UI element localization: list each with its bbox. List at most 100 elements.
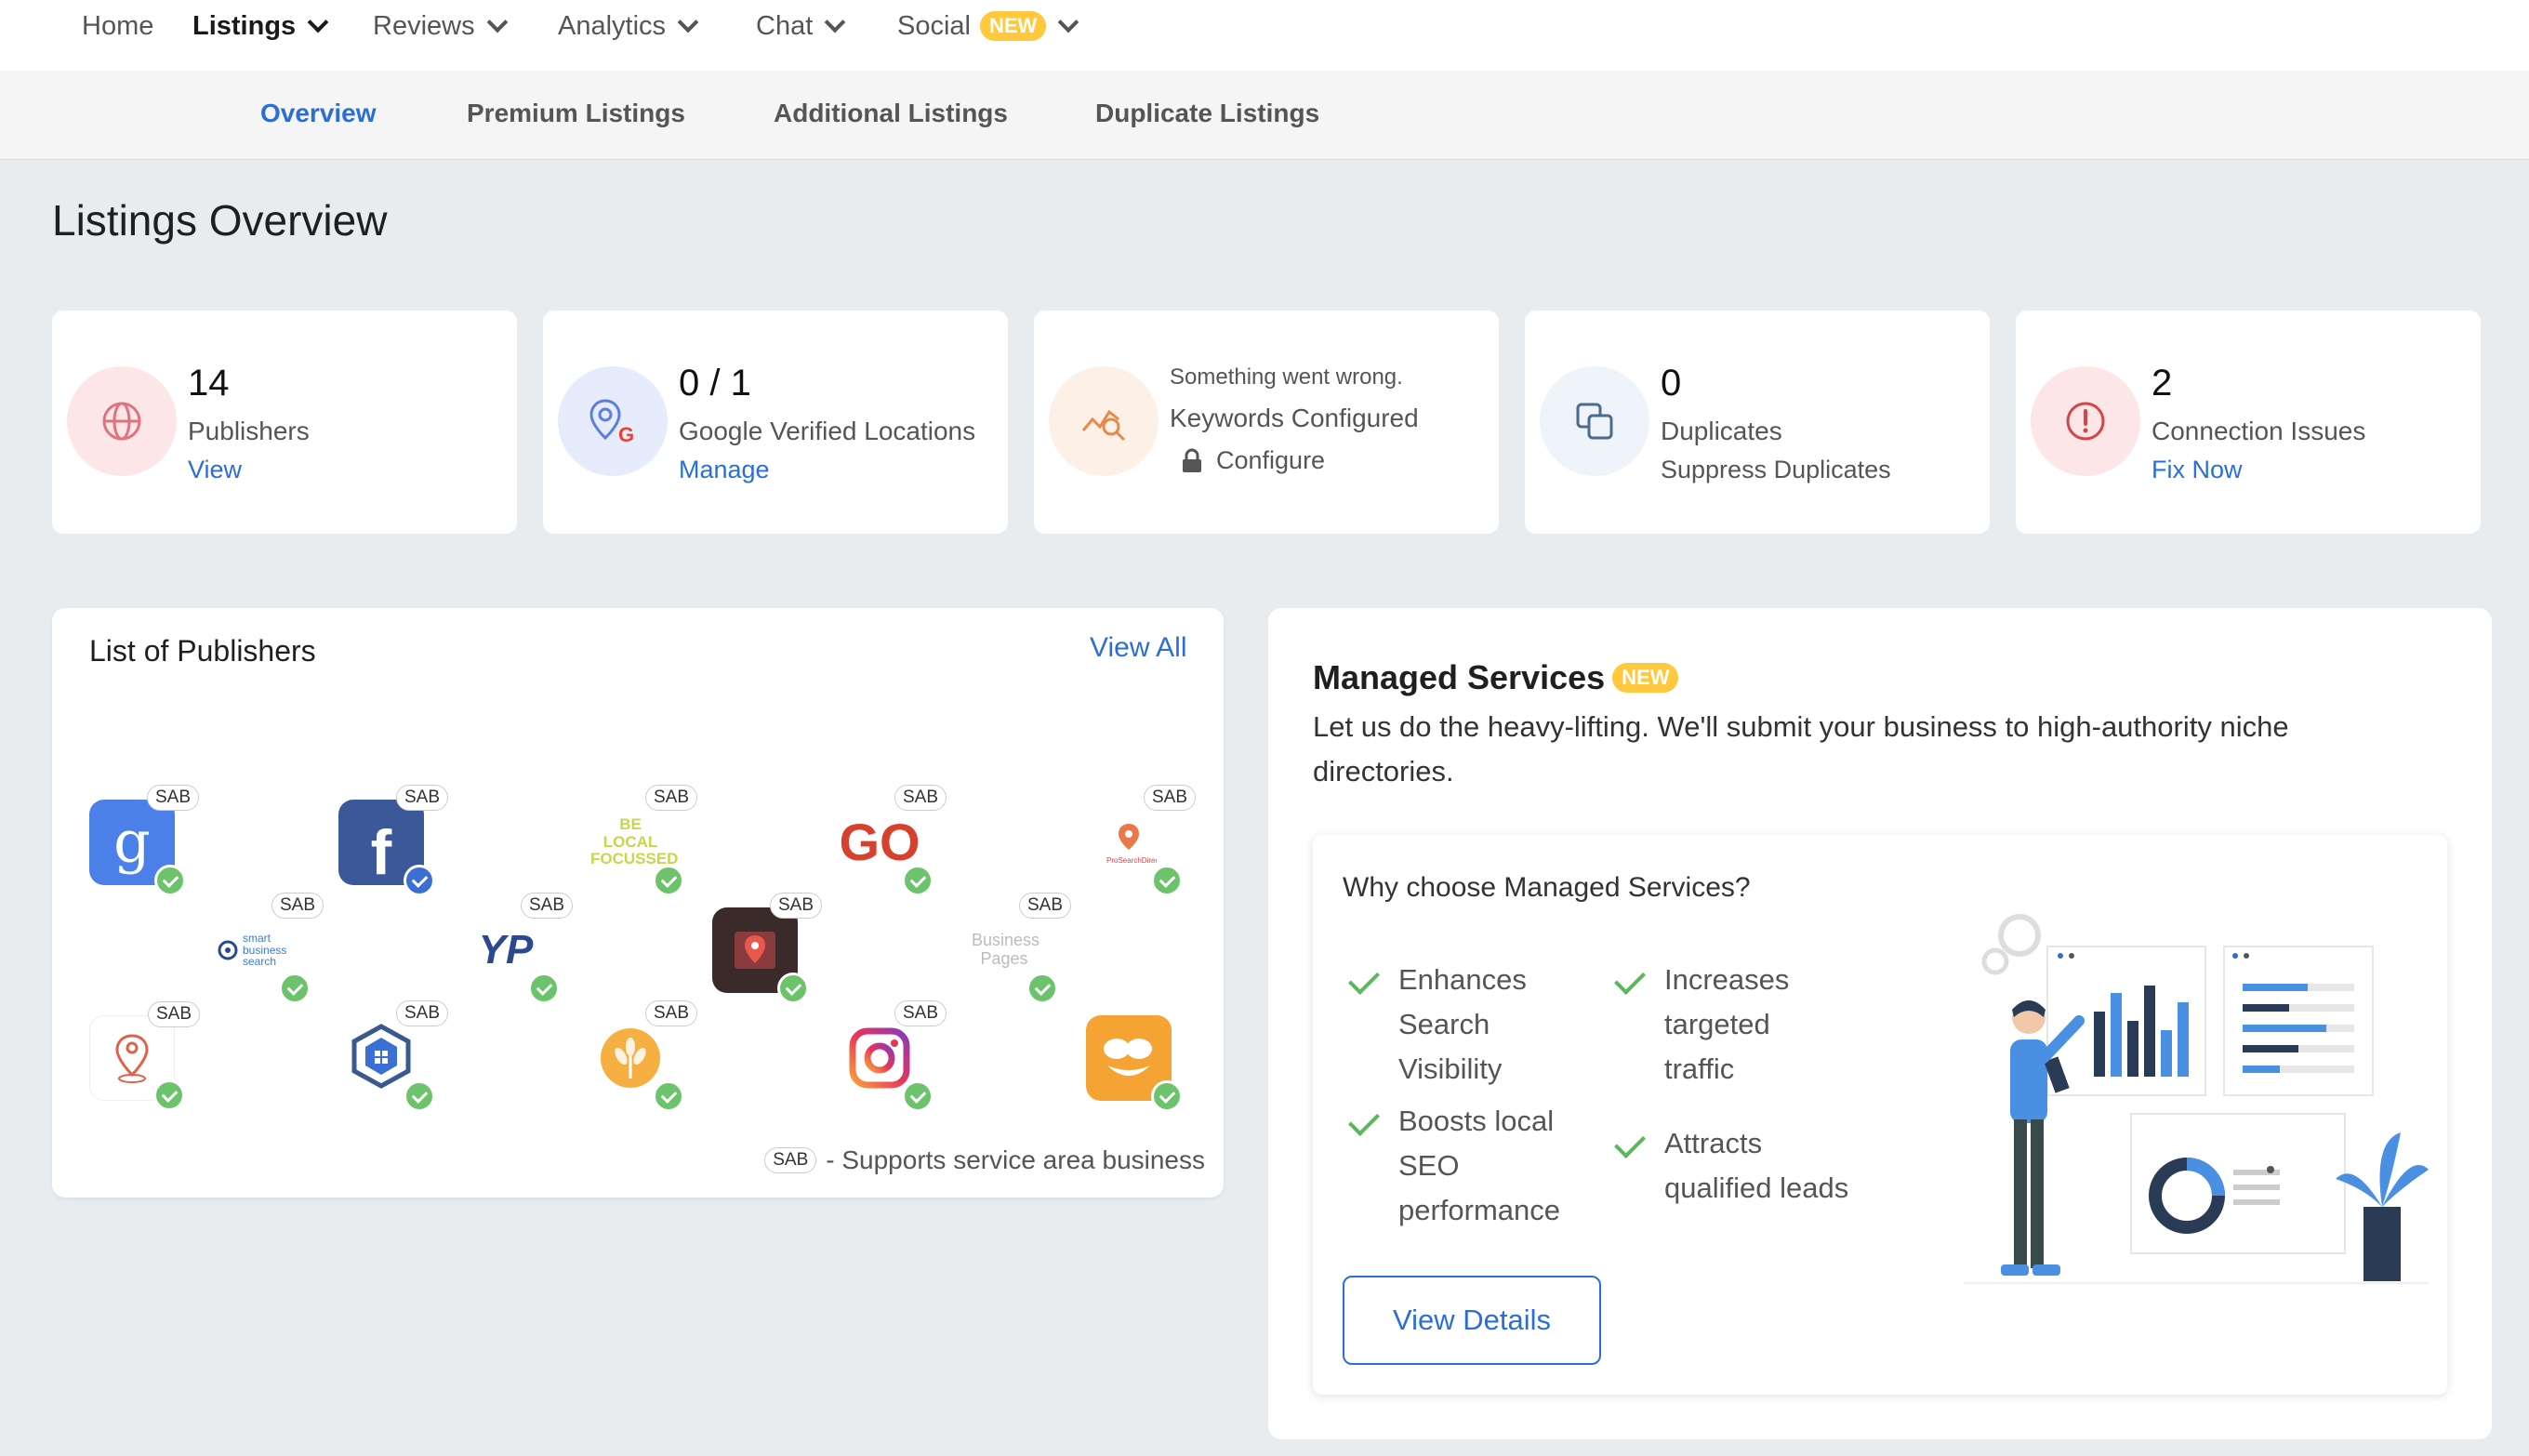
alert-icon: [2031, 366, 2140, 476]
check-icon: [1151, 865, 1183, 896]
tab-premium-listings[interactable]: Premium Listings: [467, 99, 685, 128]
facebook-logo-text: f: [370, 817, 392, 888]
duplicates-label: Duplicates: [1661, 417, 1782, 445]
be-local-focussed-icon[interactable]: BE LOCAL FOCUSSED SAB: [588, 785, 698, 896]
facebook-icon[interactable]: f SAB: [338, 785, 449, 896]
nav-reviews[interactable]: Reviews: [373, 6, 508, 46]
hexagon-icon: [351, 1024, 411, 1089]
business-pages-logo-text: Business Pages: [972, 931, 1040, 968]
check-icon: [279, 973, 311, 1004]
benefit-item: Enhances Search Visibility: [1348, 958, 1564, 1092]
nav-reviews-label: Reviews: [373, 10, 475, 41]
analytics-illustration: [1964, 914, 2429, 1284]
smart-business-search-icon[interactable]: smart business search SAB: [214, 893, 324, 1004]
nav-home[interactable]: Home: [82, 6, 153, 46]
publishers-count: 14: [188, 363, 230, 404]
chevron-down-icon: [677, 11, 699, 33]
instagram-glyph-icon: [849, 1027, 910, 1089]
manage-link[interactable]: Manage: [679, 456, 975, 484]
sab-badge: SAB: [645, 1000, 698, 1026]
view-all-link[interactable]: View All: [1090, 632, 1187, 664]
yp-listing-icon[interactable]: YP SAB: [463, 893, 574, 1004]
connection-issues-count: 2: [2152, 363, 2173, 404]
sab-badge: SAB: [1144, 785, 1197, 811]
tab-overview[interactable]: Overview: [260, 99, 377, 128]
check-icon: [1026, 973, 1058, 1004]
managed-services-description: Let us do the heavy-lifting. We'll submi…: [1313, 710, 2289, 788]
sab-badge: SAB: [396, 1000, 449, 1026]
view-publishers-link[interactable]: View: [188, 456, 310, 484]
chevron-down-icon: [486, 11, 508, 33]
fix-now-link[interactable]: Fix Now: [2152, 456, 2365, 484]
sab-badge: SAB: [645, 785, 698, 811]
hex-directory-icon[interactable]: SAB: [338, 1000, 449, 1112]
chevron-down-icon: [1058, 11, 1079, 33]
copy-icon: [1540, 366, 1649, 476]
nav-chat-label: Chat: [756, 10, 814, 41]
listings-subnav: Overview Premium Listings Additional Lis…: [0, 71, 2529, 160]
check-icon: [404, 865, 435, 896]
nav-analytics-label: Analytics: [558, 10, 667, 41]
nav-listings[interactable]: Listings: [192, 6, 329, 46]
nav-analytics[interactable]: Analytics: [558, 6, 699, 46]
nav-social[interactable]: Social NEW: [897, 6, 1079, 46]
person-pin-icon: [115, 1034, 149, 1083]
check-icon: [1348, 963, 1380, 995]
map-marker-icon: [735, 932, 775, 969]
local-map-icon[interactable]: SAB: [712, 893, 823, 1004]
sab-badge: SAB: [271, 893, 324, 919]
google-location-icon: G: [558, 366, 668, 476]
google-my-business-icon[interactable]: g SAB: [89, 785, 200, 896]
benefit-item: Boosts local SEO performance: [1348, 1099, 1592, 1233]
google-verified-label: Google Verified Locations: [679, 417, 976, 445]
swarm-icon[interactable]: [1086, 1015, 1183, 1112]
sab-badge: SAB: [894, 1000, 947, 1026]
business-pages-icon[interactable]: Business Pages SAB: [961, 893, 1072, 1004]
view-details-button[interactable]: View Details: [1343, 1276, 1601, 1365]
locator-pin-icon[interactable]: SAB: [89, 1001, 201, 1111]
prosearch-logo-text: ProSearchDirectory: [1106, 856, 1157, 865]
instagram-icon[interactable]: SAB: [837, 1000, 947, 1112]
suppress-duplicates-text: Suppress Duplicates: [1661, 456, 1891, 483]
globe-icon: [67, 366, 177, 476]
tab-duplicate-listings[interactable]: Duplicate Listings: [1095, 99, 1319, 128]
check-icon: [653, 1080, 684, 1112]
check-icon: [1151, 1080, 1183, 1112]
prosearch-directory-icon[interactable]: ProSearchDirectory SAB: [1086, 785, 1197, 896]
yp-logo-text: YP: [478, 927, 534, 973]
sab-legend-text: - Supports service area business: [826, 1145, 1205, 1174]
connection-issues-label: Connection Issues: [2152, 417, 2366, 445]
publishers-stat-card: 14 Publishers View: [52, 311, 517, 534]
check-icon: [528, 973, 560, 1004]
check-icon: [777, 973, 809, 1004]
new-badge: NEW: [1612, 663, 1679, 693]
golocalpages-icon[interactable]: GO SAB: [837, 785, 947, 896]
bee-icon: [1104, 1039, 1152, 1076]
sab-badge: SAB: [148, 1001, 201, 1027]
sab-legend-chip: SAB: [764, 1147, 817, 1173]
configure-label: Configure: [1216, 446, 1326, 474]
check-icon: [1614, 1127, 1646, 1158]
benefit-item: Attracts qualified leads: [1614, 1121, 1867, 1211]
publishers-label: Publishers: [188, 417, 310, 445]
tab-additional-listings[interactable]: Additional Listings: [774, 99, 1008, 128]
sab-badge: SAB: [894, 785, 947, 811]
top-navigation: Home Listings Reviews Analytics Chat Soc…: [0, 0, 2529, 71]
svg-text:G: G: [618, 423, 634, 446]
sab-badge: SAB: [1019, 893, 1072, 919]
nav-home-label: Home: [82, 10, 154, 41]
configure-keywords-button[interactable]: Configure: [1181, 446, 1419, 475]
check-icon: [1348, 1105, 1380, 1136]
benefit-text: Increases targeted traffic: [1664, 963, 1790, 1085]
managed-services-title: Managed Services NEW: [1313, 658, 1679, 697]
sab-legend: SAB - Supports service area business: [764, 1145, 1205, 1175]
google-logo-text: g: [113, 808, 151, 876]
managed-services-panel: Managed Services NEW Let us do the heavy…: [1268, 608, 2492, 1439]
sab-badge: SAB: [147, 785, 200, 811]
keyword-search-icon: [1049, 366, 1159, 476]
nav-chat[interactable]: Chat: [756, 6, 846, 46]
check-icon: [404, 1080, 435, 1112]
sab-badge: SAB: [770, 893, 823, 919]
keywords-error-text: Something went wrong.: [1170, 364, 1403, 390]
wheat-directory-icon[interactable]: SAB: [588, 1000, 698, 1112]
